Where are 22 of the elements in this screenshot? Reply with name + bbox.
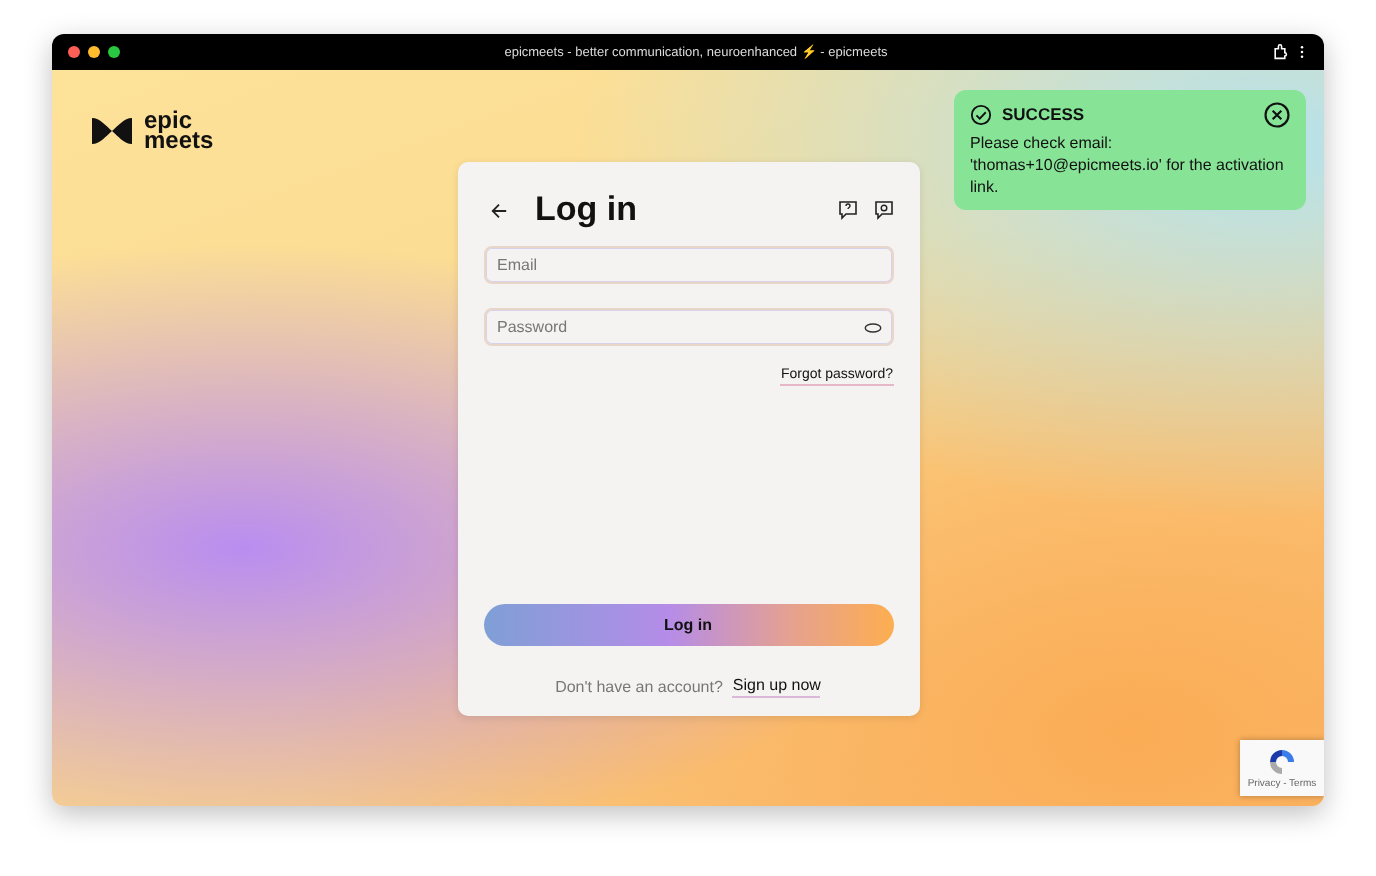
more-icon[interactable] — [1296, 44, 1308, 60]
back-arrow-icon[interactable] — [489, 201, 507, 219]
toast-title: SUCCESS — [1002, 104, 1087, 126]
logo-text: epic meets — [144, 110, 214, 150]
password-field[interactable]: Password — [483, 308, 893, 346]
help-chat-icon[interactable] — [837, 200, 857, 220]
signup-link[interactable]: Sign up now — [732, 676, 821, 698]
minimize-icon[interactable] — [88, 46, 100, 58]
toast-message: Please check email: 'thomas+10@epicmeets.io' for the activation link. — [970, 132, 1286, 198]
page-title: Log in — [535, 190, 639, 230]
chat-icon[interactable] — [873, 200, 893, 220]
recaptcha-icon — [1268, 747, 1296, 775]
check-circle-icon — [970, 104, 992, 126]
logo-icon — [88, 113, 136, 147]
close-icon[interactable] — [1264, 102, 1290, 128]
signup-prompt: Don't have an account? — [555, 678, 723, 696]
login-button[interactable]: Log in — [483, 604, 893, 646]
maximize-icon[interactable] — [108, 46, 120, 58]
eye-icon[interactable] — [863, 321, 881, 333]
close-icon[interactable] — [68, 46, 80, 58]
extension-icon[interactable] — [1272, 44, 1288, 60]
email-field[interactable]: Email — [483, 246, 893, 284]
